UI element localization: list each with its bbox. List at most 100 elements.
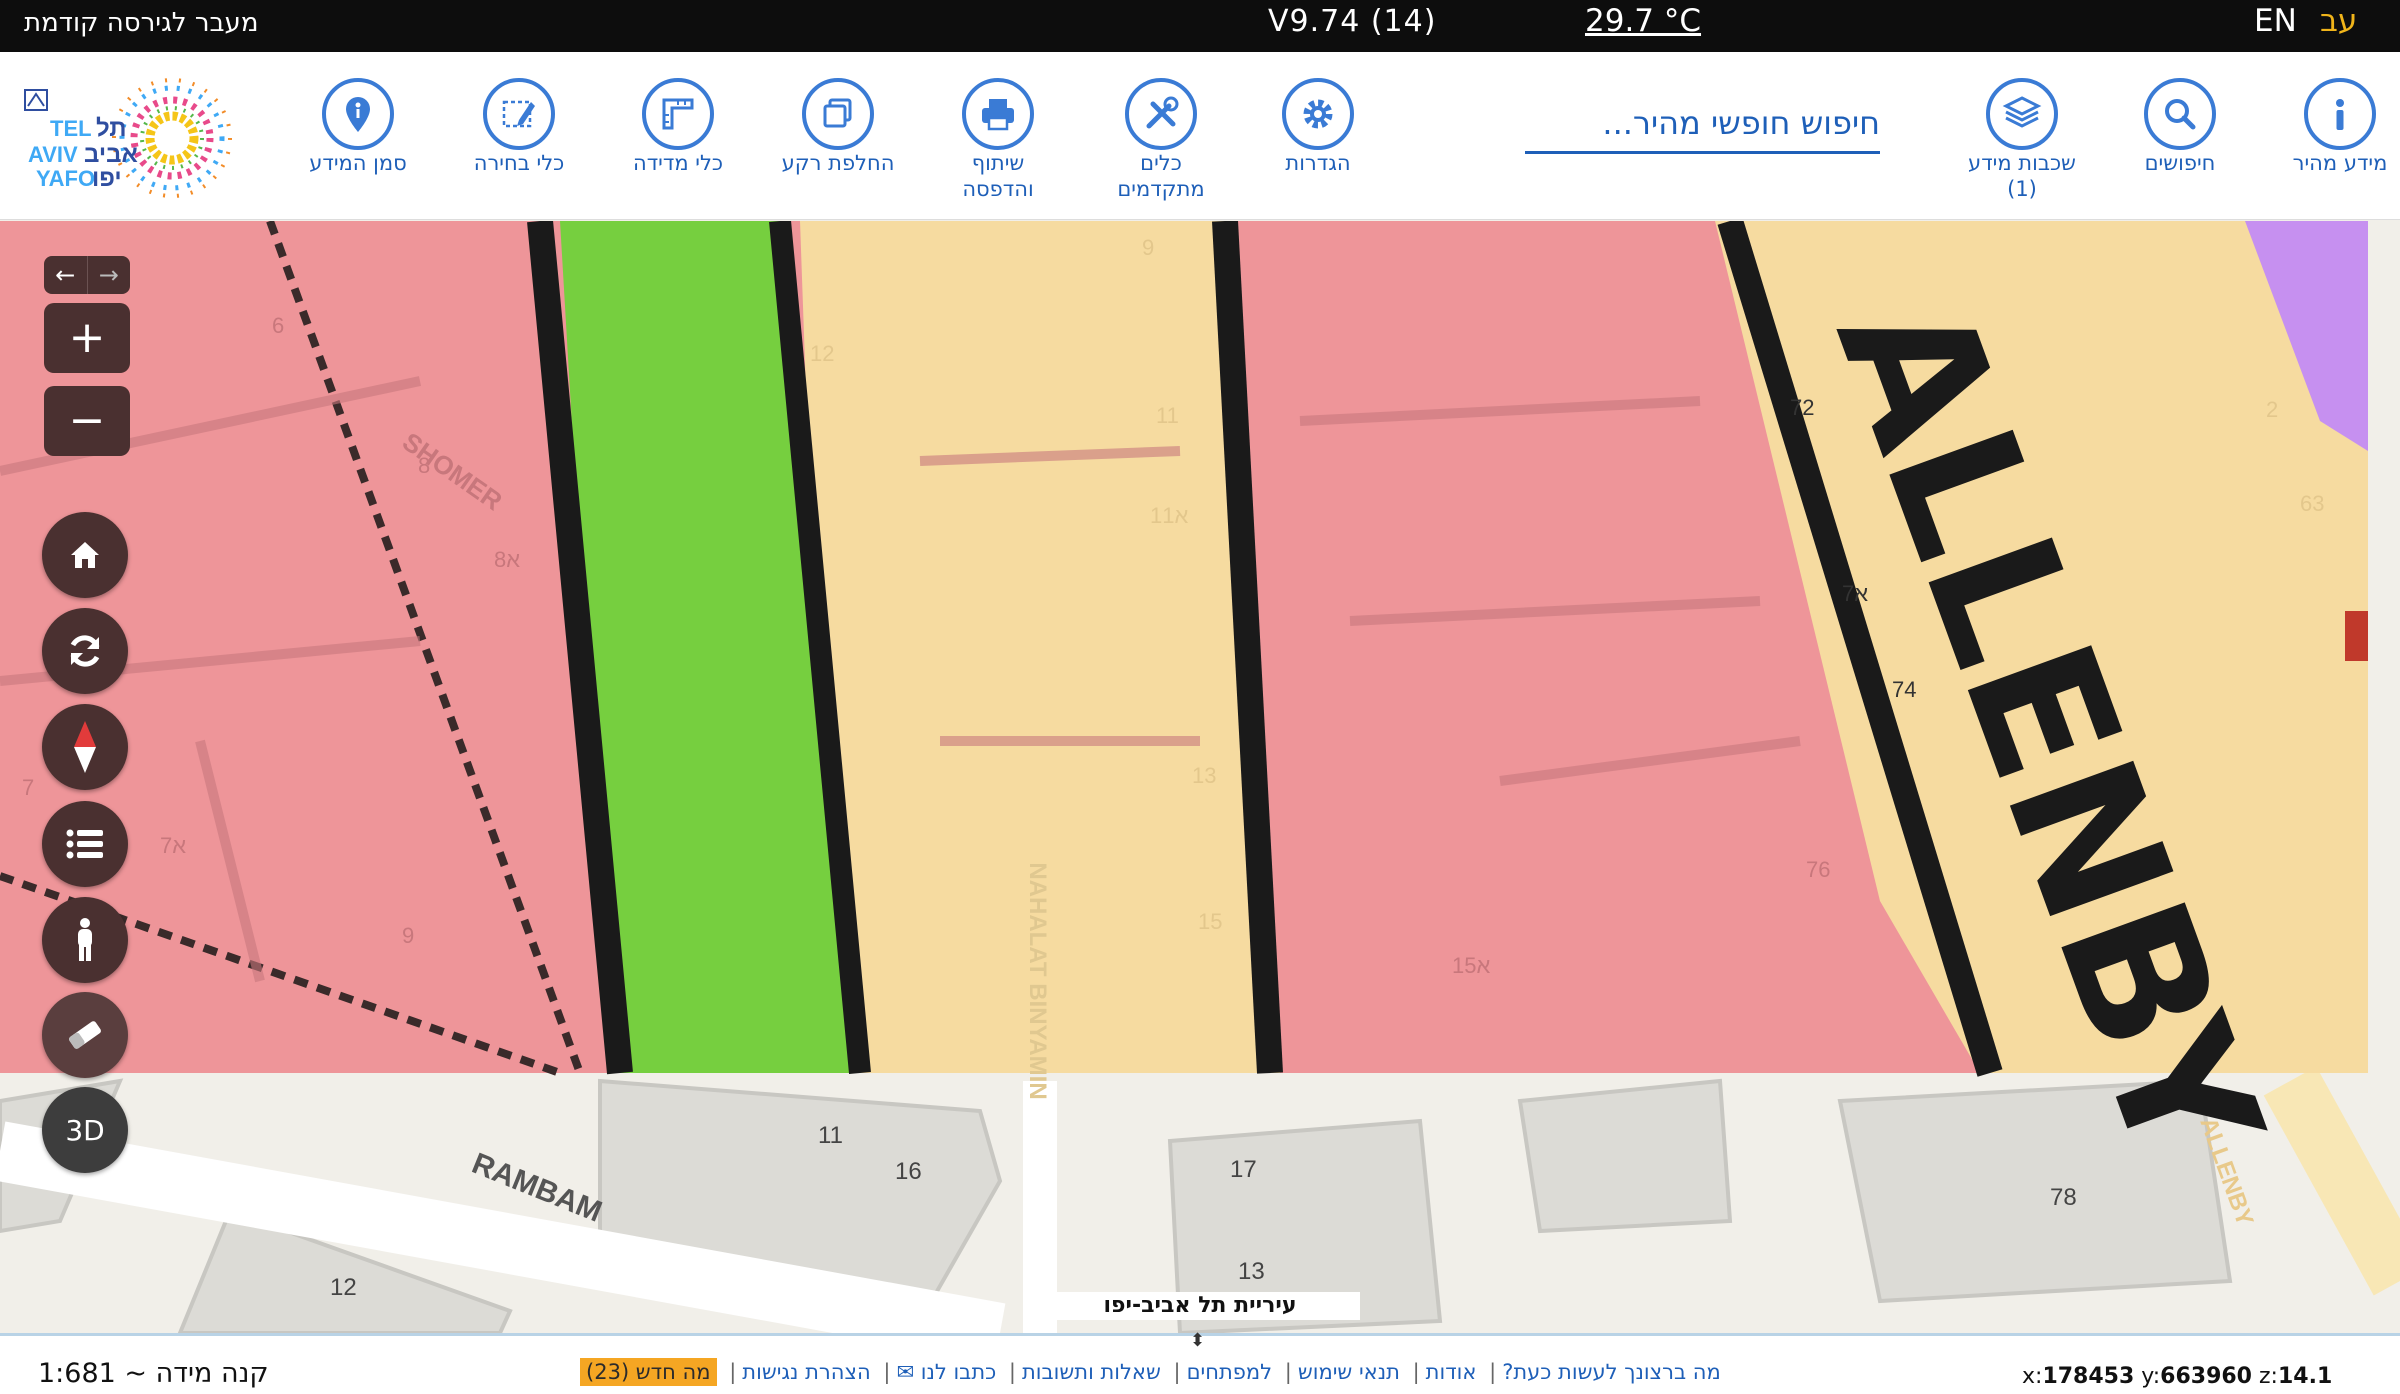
coord-y-label: y:	[2141, 1364, 2161, 1389]
zoom-in-button[interactable]: +	[44, 303, 130, 373]
map-credit: עיריית תל אביב-יפו	[1040, 1292, 1360, 1320]
main-toolbar: TEL AVIV YAFO תל אביב יפו מידע מהיר חיפו…	[0, 52, 2400, 220]
zoom-out-label: −	[68, 395, 106, 446]
footer-link-contact[interactable]: כתבו לנו ✉	[896, 1360, 996, 1384]
quick-search	[1525, 96, 1880, 154]
tool-marker[interactable]: סמן המידע	[283, 78, 433, 176]
compass-button[interactable]	[42, 704, 128, 790]
city-emblem-icon	[24, 89, 48, 111]
language-english-button[interactable]: EN	[2254, 3, 2297, 39]
compass-icon	[74, 721, 96, 773]
panel-resize-handle-icon[interactable]: ⬍	[1190, 1330, 1205, 1351]
coordinates-readout: x:178453 y:663960 z:14.1	[2022, 1364, 2332, 1389]
logo-text-aviv-hebrew: אביב	[84, 141, 138, 168]
legend-list-button[interactable]	[42, 801, 128, 887]
zoom-out-button[interactable]: −	[44, 386, 130, 456]
svg-text:13: 13	[1238, 1258, 1265, 1285]
pin-icon	[322, 78, 394, 150]
svg-text:9: 9	[1142, 235, 1154, 260]
coord-y-value: 663960	[2160, 1364, 2252, 1389]
map-canvas[interactable]: ALLENBY SHOMER NAHALAT BINYAMIN RAMBAM A…	[0, 221, 2400, 1333]
tool-settings[interactable]: הגדרות	[1243, 78, 1393, 176]
language-hebrew-button[interactable]: עב	[2320, 3, 2357, 39]
svg-text:11א: 11א	[1150, 503, 1188, 528]
tool-select[interactable]: כלי בחירה	[444, 78, 594, 176]
tool-searches-label: חיפושים	[2144, 151, 2216, 175]
pegman-icon	[78, 918, 92, 961]
gear-icon	[1282, 78, 1354, 150]
quick-search-input[interactable]	[1525, 96, 1880, 150]
svg-text:12: 12	[810, 341, 834, 366]
tool-settings-label: הגדרות	[1285, 151, 1351, 175]
footer-link-faq[interactable]: שאלות ותשובות	[1022, 1360, 1161, 1384]
tools-icon	[1125, 78, 1197, 150]
map-view[interactable]: ALLENBY SHOMER NAHALAT BINYAMIN RAMBAM A…	[0, 221, 2400, 1333]
tool-layers-label: שכבות מידע	[1968, 151, 2076, 175]
footer-link-developers[interactable]: למפתחים	[1187, 1360, 1272, 1384]
tool-advanced-tools[interactable]: כלים מתקדמים	[1086, 78, 1236, 202]
history-arrows: ← →	[44, 256, 130, 294]
tel-aviv-yafo-logo[interactable]: TEL AVIV YAFO תל אביב יפו	[22, 78, 252, 200]
eraser-button[interactable]	[42, 992, 128, 1078]
footer-link-accessibility[interactable]: הצהרת נגישות	[742, 1360, 870, 1384]
footer-link-what-to-do[interactable]: מה ברצונך לעשות כעת?	[1502, 1360, 1721, 1384]
tool-quick-info[interactable]: מידע מהיר	[2265, 78, 2400, 176]
tool-select-label: כלי בחירה	[473, 151, 565, 175]
refresh-button[interactable]	[42, 608, 128, 694]
logo-confetti	[112, 78, 232, 198]
home-icon	[71, 542, 99, 568]
svg-text:15א: 15א	[1452, 953, 1490, 978]
info-icon	[2304, 78, 2376, 150]
footer-link-terms[interactable]: תנאי שימוש	[1298, 1360, 1400, 1384]
svg-text:7א: 7א	[1842, 581, 1868, 606]
refresh-icon	[70, 635, 100, 667]
logo-text-tel-hebrew: תל	[96, 115, 126, 142]
tool-measure[interactable]: כלי מדידה	[603, 78, 753, 176]
back-arrow-icon[interactable]: ←	[44, 256, 87, 294]
coord-z-value: 14.1	[2277, 1364, 2333, 1389]
logo-text-aviv: AVIV	[28, 142, 78, 167]
select-icon	[483, 78, 555, 150]
svg-text:76: 76	[1806, 857, 1830, 882]
bottom-bar: ⬍ קנה מידה ~ 1:681 מה ברצונך לעשות כעת?|…	[0, 1330, 2400, 1394]
footer-link-about[interactable]: אודות	[1426, 1360, 1477, 1384]
tool-measure-label: כלי מדידה	[632, 151, 724, 175]
forward-arrow-icon[interactable]: →	[86, 256, 131, 294]
printer-icon	[962, 78, 1034, 150]
tool-share-print[interactable]: שיתוף והדפסה	[923, 78, 1073, 202]
scale-readout: קנה מידה ~ 1:681	[38, 1358, 269, 1389]
temperature-label[interactable]: 29.7 °C	[1585, 3, 1701, 39]
svg-text:11: 11	[1156, 403, 1179, 428]
svg-text:2: 2	[2266, 397, 2278, 422]
svg-text:72: 72	[1790, 395, 1814, 420]
three-d-button[interactable]: 3D	[42, 1087, 128, 1173]
gis-app: מעבר לגירסה קודמת V9.74 (14) 29.7 °C EN …	[0, 0, 2400, 1394]
tool-share-print-label-2: והדפסה	[962, 177, 1034, 201]
svg-text:17: 17	[1230, 1156, 1257, 1183]
layers-icon	[1986, 78, 2058, 150]
tool-layers-count: (1)	[2007, 177, 2037, 201]
three-d-label: 3D	[65, 1113, 105, 1147]
tool-basemap-label: החלפת רקע	[781, 151, 895, 175]
home-button[interactable]	[42, 512, 128, 598]
svg-text:78: 78	[2050, 1184, 2077, 1211]
tool-searches[interactable]: חיפושים	[2105, 78, 2255, 176]
tool-advanced-tools-label: כלים	[1140, 151, 1182, 175]
street-view-button[interactable]	[42, 897, 128, 983]
tool-layers[interactable]: שכבות מידע (1)	[1947, 78, 2097, 202]
tool-basemap[interactable]: החלפת רקע	[763, 78, 913, 176]
svg-text:7א: 7א	[160, 833, 186, 858]
tool-share-print-label: שיתוף	[971, 151, 1025, 175]
footer-links: מה ברצונך לעשות כעת?| אודות| תנאי שימוש|…	[580, 1358, 1721, 1386]
eraser-icon	[69, 1021, 101, 1049]
top-status-bar: מעבר לגירסה קודמת V9.74 (14) 29.7 °C EN …	[0, 0, 2400, 52]
svg-text:12: 12	[330, 1274, 357, 1301]
svg-text:15: 15	[1198, 909, 1222, 934]
svg-text:16: 16	[895, 1158, 922, 1185]
coord-x-label: x:	[2022, 1364, 2043, 1389]
zoom-in-label: +	[68, 312, 106, 363]
tool-marker-label: סמן המידע	[309, 151, 407, 175]
previous-version-link[interactable]: מעבר לגירסה קודמת	[24, 8, 258, 38]
whats-new-badge[interactable]: מה חדש (23)	[580, 1358, 717, 1386]
search-icon	[2144, 78, 2216, 150]
